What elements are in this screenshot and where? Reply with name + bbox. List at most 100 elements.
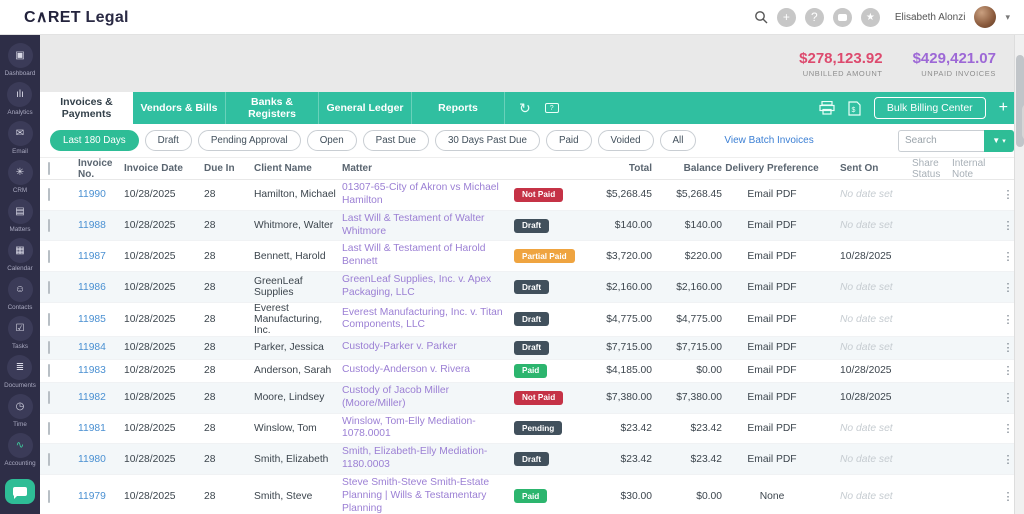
row-menu-kebab-icon[interactable]: ⋮: [1003, 392, 1014, 404]
sidebar-item[interactable]: ◷ Time: [8, 394, 33, 428]
filter-chip[interactable]: 30 Days Past Due: [435, 130, 540, 151]
invoice-number-link[interactable]: 11985: [78, 314, 106, 325]
invoice-number-link[interactable]: 11986: [78, 282, 106, 293]
invoice-number-link[interactable]: 11979: [78, 491, 106, 502]
tab[interactable]: Invoices & Payments: [40, 92, 133, 124]
invoice-number-link[interactable]: 11980: [78, 454, 106, 465]
row-menu-kebab-icon[interactable]: ⋮: [1003, 314, 1014, 326]
filter-chip[interactable]: Draft: [145, 130, 192, 151]
invoice-number-link[interactable]: 11988: [78, 220, 106, 231]
row-menu-kebab-icon[interactable]: ⋮: [1003, 189, 1014, 201]
due-in: 28: [204, 189, 254, 200]
col-due-in[interactable]: Due In: [204, 163, 254, 174]
sidebar-item[interactable]: ☺ Contacts: [8, 277, 33, 311]
matter-link[interactable]: Steve Smith-Steve Smith-Estate Planning …: [342, 475, 506, 514]
screen-help-icon[interactable]: ?: [545, 103, 559, 113]
matter-link[interactable]: Winslow, Tom-Elly Mediation-1078.0001: [342, 414, 506, 444]
sidebar-item[interactable]: ▣ Dashboard: [5, 43, 36, 77]
col-matter[interactable]: Matter: [342, 163, 514, 174]
sidebar-item[interactable]: ≣ Documents: [4, 355, 36, 389]
filter-chip[interactable]: Paid: [546, 130, 592, 151]
matter-link[interactable]: Everest Manufacturing, Inc. v. Titan Com…: [342, 305, 506, 335]
help-icon[interactable]: ?: [805, 8, 824, 27]
row-checkbox[interactable]: [48, 364, 50, 377]
tab[interactable]: Vendors & Bills: [133, 92, 226, 124]
unbilled-summary[interactable]: $278,123.92 UNBILLED AMOUNT: [799, 50, 882, 78]
row-checkbox[interactable]: [48, 219, 50, 232]
matter-link[interactable]: Custody-Parker v. Parker: [342, 339, 457, 356]
row-menu-kebab-icon[interactable]: ⋮: [1003, 423, 1014, 435]
matter-link[interactable]: Custody-Anderson v. Rivera: [342, 362, 470, 379]
row-checkbox[interactable]: [48, 490, 50, 503]
chat-icon[interactable]: [833, 8, 852, 27]
matter-link[interactable]: Last Will & Testament of Harold Bennett: [342, 241, 506, 271]
sidebar-item[interactable]: ▤ Matters: [8, 199, 33, 233]
row-checkbox[interactable]: [48, 341, 50, 354]
col-invoice-date[interactable]: Invoice Date: [124, 163, 204, 174]
matter-link[interactable]: Smith, Elizabeth-Elly Mediation-1180.000…: [342, 444, 506, 474]
row-checkbox[interactable]: [48, 453, 50, 466]
sidebar-item[interactable]: ☑ Tasks: [8, 316, 33, 350]
col-total[interactable]: Total: [590, 163, 652, 174]
row-menu-kebab-icon[interactable]: ⋮: [1003, 220, 1014, 232]
filter-chip[interactable]: Last 180 Days: [50, 130, 139, 151]
col-balance[interactable]: Balance: [652, 163, 722, 174]
row-checkbox[interactable]: [48, 391, 50, 404]
invoice-number-link[interactable]: 11981: [78, 423, 106, 434]
row-checkbox[interactable]: [48, 422, 50, 435]
invoice-number-link[interactable]: 11982: [78, 392, 106, 403]
unpaid-summary[interactable]: $429,421.07 UNPAID INVOICES: [913, 50, 996, 78]
print-icon[interactable]: [819, 101, 835, 115]
refresh-icon[interactable]: ↻: [519, 100, 531, 117]
row-checkbox[interactable]: [48, 188, 50, 201]
row-checkbox[interactable]: [48, 281, 50, 294]
matter-link[interactable]: GreenLeaf Supplies, Inc. v. Apex Packagi…: [342, 272, 506, 302]
search-icon[interactable]: [754, 10, 768, 24]
sidebar-item[interactable]: ✉ Email: [8, 121, 33, 155]
row-menu-kebab-icon[interactable]: ⋮: [1003, 251, 1014, 263]
filter-chip[interactable]: Pending Approval: [198, 130, 301, 151]
row-checkbox[interactable]: [48, 313, 50, 326]
col-delivery-preference[interactable]: Delivery Preference: [722, 163, 822, 174]
sidebar-item[interactable]: ✳ CRM: [8, 160, 33, 194]
matter-link[interactable]: Last Will & Testament of Walter Whitmore: [342, 211, 506, 241]
invoice-number-link[interactable]: 11983: [78, 365, 106, 376]
favorites-icon[interactable]: ★: [861, 8, 880, 27]
tab[interactable]: General Ledger: [319, 92, 412, 124]
row-menu-kebab-icon[interactable]: ⋮: [1003, 491, 1014, 503]
sidebar-item[interactable]: ılı Analytics: [7, 82, 32, 116]
sidebar-item[interactable]: ∿ Accounting: [4, 433, 35, 467]
invoice-number-link[interactable]: 11990: [78, 189, 106, 200]
total-amount: $30.00: [590, 491, 652, 502]
filter-chip[interactable]: Voided: [598, 130, 654, 151]
row-menu-kebab-icon[interactable]: ⋮: [1003, 282, 1014, 294]
tab[interactable]: Reports: [412, 92, 505, 124]
invoice-number-link[interactable]: 11987: [78, 251, 106, 262]
matter-link[interactable]: 01307-65-City of Akron vs Michael Hamilt…: [342, 180, 506, 210]
row-menu-kebab-icon[interactable]: ⋮: [1003, 342, 1014, 354]
select-all-checkbox[interactable]: [48, 162, 50, 175]
filter-chip[interactable]: Past Due: [363, 130, 429, 151]
bulk-billing-center-button[interactable]: Bulk Billing Center: [874, 97, 986, 119]
new-invoice-plus-icon[interactable]: +: [999, 99, 1008, 117]
row-menu-kebab-icon[interactable]: ⋮: [1003, 365, 1014, 377]
row-menu-kebab-icon[interactable]: ⋮: [1003, 454, 1014, 466]
matter-link[interactable]: Custody of Jacob Miller (Moore/Miller): [342, 383, 506, 413]
view-batch-invoices-link[interactable]: View Batch Invoices: [724, 135, 813, 146]
user-menu-caret-icon[interactable]: ▾: [1005, 12, 1010, 23]
row-checkbox[interactable]: [48, 250, 50, 263]
filter-chip[interactable]: Open: [307, 130, 357, 151]
search-input[interactable]: [898, 130, 984, 152]
filter-funnel-button[interactable]: ▼▾: [984, 130, 1014, 152]
billing-document-icon[interactable]: $: [848, 101, 861, 116]
col-invoice-no[interactable]: Invoice No.: [78, 158, 124, 180]
tab[interactable]: Banks & Registers: [226, 92, 319, 124]
add-icon[interactable]: +: [777, 8, 796, 27]
support-chat-button[interactable]: [5, 479, 35, 504]
filter-chip[interactable]: All: [660, 130, 697, 151]
sidebar-item[interactable]: ▦ Calendar: [7, 238, 33, 272]
col-sent-on[interactable]: Sent On: [822, 163, 912, 174]
avatar[interactable]: [974, 6, 996, 28]
invoice-number-link[interactable]: 11984: [78, 342, 106, 353]
col-client-name[interactable]: Client Name: [254, 163, 342, 174]
